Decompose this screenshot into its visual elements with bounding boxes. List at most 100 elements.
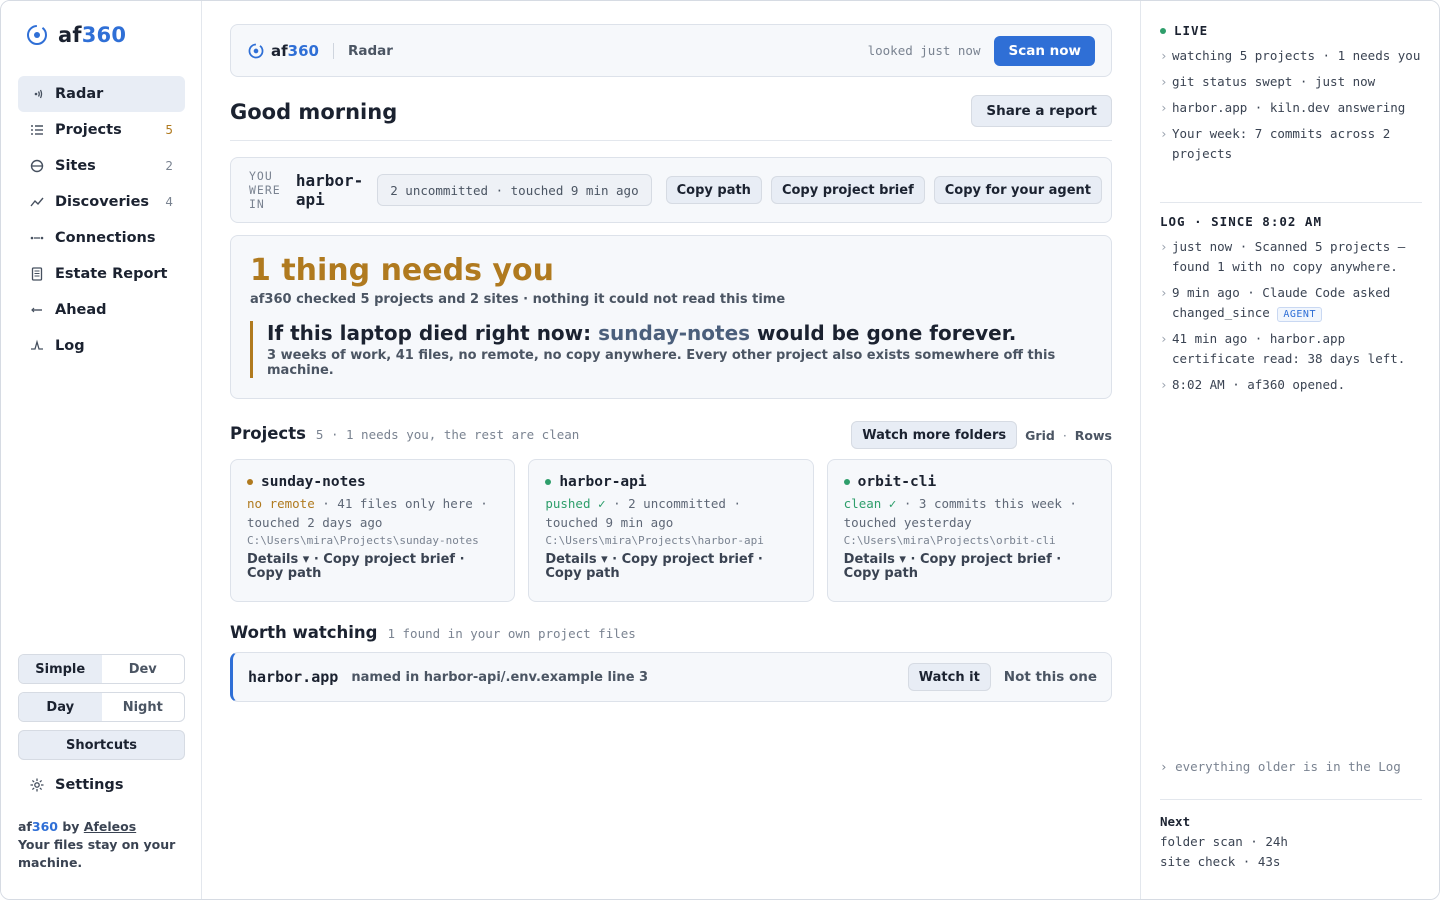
recent-project-name: harbor-api bbox=[295, 171, 364, 209]
projects-summary: 5 · 1 needs you, the rest are clean bbox=[315, 427, 580, 442]
sidebar-item-radar[interactable]: Radar bbox=[18, 76, 185, 112]
watch-more-folders-button[interactable]: Watch more folders bbox=[851, 421, 1018, 449]
sidebar-item-label: Estate Report bbox=[55, 266, 168, 282]
older-log-link[interactable]: › everything older is in the Log bbox=[1160, 759, 1401, 774]
mode-toggle: Simple Dev bbox=[18, 654, 185, 684]
project-card-harbor-api[interactable]: harbor-api pushed ✓ · 2 uncommitted · to… bbox=[528, 459, 814, 602]
attention-title: 1 thing needs you bbox=[250, 253, 554, 288]
theme-day-button[interactable]: Day bbox=[19, 693, 102, 721]
sidebar-item-label: Discoveries bbox=[55, 194, 150, 210]
theme-night-button[interactable]: Night bbox=[102, 693, 185, 721]
sidebar-item-projects[interactable]: Projects 5 bbox=[18, 112, 185, 148]
author-link[interactable]: Afeleos bbox=[84, 819, 136, 834]
discovery-source: named in harbor-api/.env.example line 3 bbox=[351, 669, 649, 685]
sidebar-item-log[interactable]: Log bbox=[18, 328, 185, 364]
radar-icon bbox=[30, 87, 44, 101]
grid-view-toggle[interactable]: Grid bbox=[1025, 428, 1055, 443]
radar-logo-icon bbox=[27, 25, 47, 45]
risk-detail: 3 weeks of work, 41 files, no remote, no… bbox=[267, 348, 1056, 378]
sidebar-item-sites[interactable]: Sites 2 bbox=[18, 148, 185, 184]
copy-for-agent-button[interactable]: Copy for your agent bbox=[933, 176, 1102, 204]
dismiss-button[interactable]: Not this one bbox=[1004, 669, 1097, 685]
project-meta: pushed ✓ · 2 uncommitted · touched 9 min… bbox=[545, 496, 742, 530]
sidebar-item-ahead[interactable]: Ahead bbox=[18, 292, 185, 328]
radar-logo-icon bbox=[248, 43, 264, 58]
worth-watching-header: Worth watching 1 found in your own proje… bbox=[230, 623, 636, 642]
settings-label: Settings bbox=[55, 777, 124, 793]
sidebar-item-label: Ahead bbox=[55, 302, 107, 318]
topbar-brand: af360 bbox=[248, 42, 319, 60]
list-item: › watching 5 projects · 1 needs you bbox=[1160, 48, 1421, 63]
projects-toolbar: Watch more folders Grid · Rows bbox=[851, 421, 1112, 449]
list-item: › Your week: 7 commits across 2 projects bbox=[1160, 126, 1391, 161]
risk-project-link[interactable]: sunday-notes bbox=[598, 321, 750, 345]
recent-project-bar: YOU WERE IN harbor-api 2 uncommitted · t… bbox=[230, 157, 1112, 223]
brand[interactable]: af360 bbox=[26, 23, 126, 47]
log-header: LOG · SINCE 8:02 AM bbox=[1160, 214, 1322, 229]
recent-label: YOU WERE IN bbox=[249, 169, 281, 211]
settings-button[interactable]: Settings bbox=[30, 777, 123, 793]
scan-now-button[interactable]: Scan now bbox=[994, 35, 1095, 66]
next-title: Next bbox=[1160, 814, 1191, 829]
divider bbox=[1160, 799, 1422, 800]
project-path: C:\Users\mira\Projects\harbor-api bbox=[545, 534, 764, 547]
share-report-button[interactable]: Share a report bbox=[971, 95, 1112, 127]
project-path: C:\Users\mira\Projects\orbit-cli bbox=[843, 534, 1056, 547]
project-card-actions[interactable]: Details ▾ · Copy project brief · Copy pa… bbox=[545, 553, 796, 581]
projects-header: Projects 5 · 1 needs you, the rest are c… bbox=[230, 424, 579, 443]
activity-panel: LIVE › watching 5 projects · 1 needs you … bbox=[1140, 1, 1439, 899]
divider bbox=[332, 42, 334, 59]
agent-badge: AGENT bbox=[1277, 307, 1322, 322]
project-meta: no remote · 41 files only here · touched… bbox=[247, 496, 488, 530]
project-card-actions[interactable]: Details ▾ · Copy project brief · Copy pa… bbox=[247, 553, 498, 581]
project-name: orbit-cli bbox=[857, 474, 937, 490]
trend-icon bbox=[30, 195, 44, 209]
sidebar-footer: af360 by Afeleos Your files stay on your… bbox=[18, 818, 188, 872]
breadcrumb: Radar bbox=[347, 42, 393, 59]
list-item: › harbor.app · kiln.dev answering bbox=[1160, 100, 1406, 115]
list-item: › git status swept · just now bbox=[1160, 74, 1376, 89]
link-icon bbox=[30, 231, 44, 245]
status-dot bbox=[843, 479, 850, 485]
live-feed: › watching 5 projects · 1 needs you › git … bbox=[1160, 46, 1422, 170]
project-card-orbit-cli[interactable]: orbit-cli clean ✓ · 3 commits this week … bbox=[826, 459, 1112, 602]
top-bar: af360 Radar looked just now Scan now bbox=[230, 24, 1112, 77]
project-path: C:\Users\mira\Projects\sunday-notes bbox=[247, 534, 479, 547]
sidebar-item-label: Projects bbox=[55, 122, 122, 138]
pulse-icon bbox=[30, 339, 44, 353]
rows-view-toggle[interactable]: Rows bbox=[1075, 428, 1112, 443]
mode-simple-button[interactable]: Simple bbox=[19, 655, 102, 683]
sidebar-item-estate-report[interactable]: Estate Report bbox=[18, 256, 185, 292]
copy-project-brief-button[interactable]: Copy project brief bbox=[770, 176, 925, 204]
project-card-sunday-notes[interactable]: sunday-notes no remote · 41 files only h… bbox=[230, 459, 516, 602]
log-entry: › 9 min ago · Claude Code asked changed_s… bbox=[1160, 285, 1391, 322]
shortcuts-button[interactable]: Shortcuts bbox=[18, 730, 185, 760]
watch-it-button[interactable]: Watch it bbox=[907, 663, 991, 691]
arrow-icon bbox=[30, 303, 44, 317]
theme-toggle: Day Night bbox=[18, 692, 185, 722]
risk-headline: If this laptop died right now: sunday-no… bbox=[267, 321, 1017, 345]
risk-callout: If this laptop died right now: sunday-no… bbox=[250, 321, 1092, 378]
page-title: Good morning bbox=[230, 100, 398, 124]
sidebar-item-discoveries[interactable]: Discoveries 4 bbox=[18, 184, 185, 220]
project-cards: sunday-notes no remote · 41 files only h… bbox=[230, 459, 1112, 602]
live-header: LIVE bbox=[1160, 23, 1208, 38]
status-dot bbox=[545, 479, 552, 485]
project-meta: clean ✓ · 3 commits this week · touched … bbox=[843, 496, 1077, 530]
sidebar: af360 Radar Projects 5 Sites 2 Discoveri… bbox=[1, 1, 202, 899]
next-site-check: site check · 43s bbox=[1160, 854, 1281, 869]
copy-path-button[interactable]: Copy path bbox=[665, 176, 762, 204]
last-scan-status: looked just now bbox=[867, 43, 981, 58]
project-name: sunday-notes bbox=[261, 474, 366, 490]
recent-project-status: 2 uncommitted · touched 9 min ago bbox=[377, 174, 652, 206]
mode-dev-button[interactable]: Dev bbox=[102, 655, 185, 683]
log-entry: › 41 min ago · harbor.app certificate rea… bbox=[1160, 331, 1406, 366]
sidebar-item-label: Radar bbox=[55, 86, 104, 102]
globe-icon bbox=[30, 159, 44, 173]
sidebar-item-connections[interactable]: Connections bbox=[18, 220, 185, 256]
project-card-actions[interactable]: Details ▾ · Copy project brief · Copy pa… bbox=[844, 553, 1095, 581]
worth-watching-summary: 1 found in your own project files bbox=[387, 626, 636, 641]
divider bbox=[1160, 202, 1422, 203]
list-icon bbox=[30, 123, 44, 137]
sidebar-item-label: Log bbox=[55, 338, 85, 354]
